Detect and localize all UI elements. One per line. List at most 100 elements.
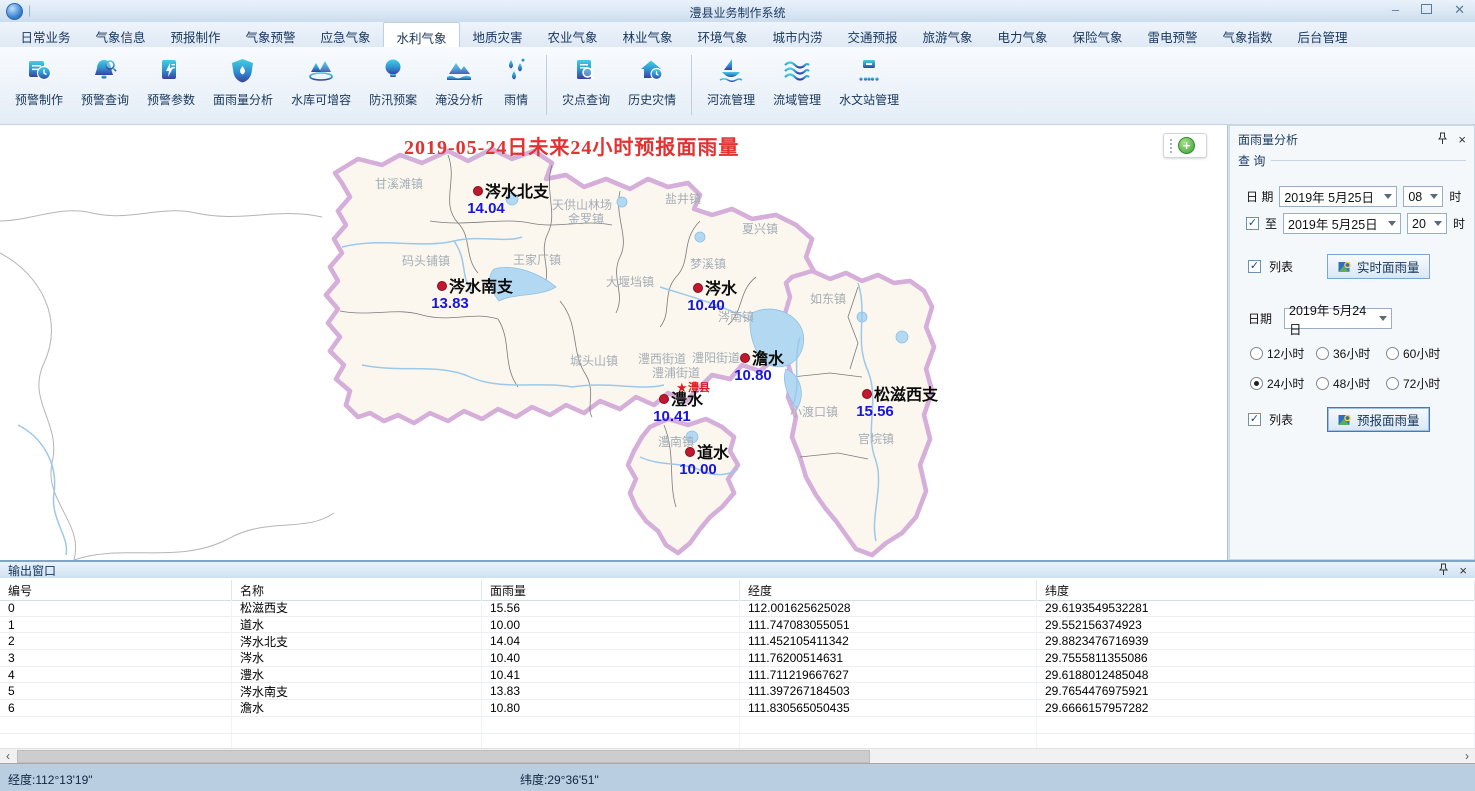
column-header[interactable]: 编号 <box>0 580 232 600</box>
menu-tab-13[interactable]: 旅游气象 <box>910 22 985 47</box>
panel-close-icon[interactable]: × <box>1458 133 1466 146</box>
toolbar-button-rain[interactable]: 雨情 <box>492 54 540 110</box>
table-cell: 111.452105411342 <box>740 633 1037 649</box>
town-label: 金罗镇 <box>568 211 604 226</box>
station-marker[interactable] <box>741 354 750 363</box>
town-label: 澧阳街道 <box>692 351 740 365</box>
menu-tab-16[interactable]: 雷电预警 <box>1135 22 1210 47</box>
radio-icon[interactable] <box>1386 377 1399 390</box>
station-marker[interactable] <box>660 395 669 404</box>
toolbar-button-bell-search[interactable]: 预警查询 <box>72 54 138 110</box>
date-from-select[interactable]: 2019年 5月25日 <box>1279 186 1397 207</box>
radio-icon[interactable] <box>1250 377 1263 390</box>
radio-icon[interactable] <box>1250 347 1263 360</box>
hydro-icon <box>854 56 884 86</box>
map-area[interactable]: 甘溪滩镇盐井镇天供山林场金罗镇王家厂镇码头铺镇大堰垱镇夏兴镇梦溪镇涔南镇如东镇城… <box>0 125 1228 560</box>
menu-tab-7[interactable]: 地质灾害 <box>460 22 535 47</box>
menu-tab-12[interactable]: 交通预报 <box>835 22 910 47</box>
toolbar-button-river[interactable]: 河流管理 <box>698 54 764 110</box>
table-cell: 29.6193549532281 <box>1037 600 1475 616</box>
minimize-button[interactable]: – <box>1392 2 1399 18</box>
toolbar-button-basin[interactable]: 流域管理 <box>764 54 830 110</box>
hour-from-select[interactable]: 08 <box>1403 186 1443 207</box>
table-cell: 29.7555811355086 <box>1037 650 1475 666</box>
table-row[interactable]: 0松滋西支15.56112.00162562502829.61935495322… <box>0 600 1475 617</box>
scroll-left-icon[interactable]: ‹ <box>0 749 16 764</box>
menu-tab-15[interactable]: 保险气象 <box>1060 22 1135 47</box>
column-header[interactable]: 名称 <box>232 580 482 600</box>
radio-icon[interactable] <box>1316 377 1329 390</box>
forecast-list-label: 列表 <box>1269 411 1293 428</box>
radio-icon[interactable] <box>1316 347 1329 360</box>
pin-icon[interactable] <box>1437 132 1448 147</box>
forecast-list-checkbox[interactable] <box>1248 413 1261 426</box>
duration-radio-60小时[interactable]: 60小时 <box>1386 345 1456 362</box>
toolbar-grip-icon[interactable] <box>1169 138 1173 153</box>
toolbar-button-flood[interactable]: 淹没分析 <box>426 54 492 110</box>
column-header[interactable]: 纬度 <box>1037 580 1475 600</box>
forecast-date-select[interactable]: 2019年 5月24日 <box>1284 308 1392 329</box>
menu-tab-14[interactable]: 电力气象 <box>985 22 1060 47</box>
station-marker[interactable] <box>438 282 447 291</box>
menu-tab-4[interactable]: 气象预警 <box>233 22 308 47</box>
table-cell <box>232 717 482 733</box>
forecast-rain-button[interactable]: 预报面雨量 <box>1327 407 1430 432</box>
column-header[interactable]: 面雨量 <box>482 580 740 600</box>
menu-tab-1[interactable]: 日常业务 <box>8 22 83 47</box>
table-row[interactable]: 2涔水北支14.04111.45210541134229.88234767169… <box>0 633 1475 650</box>
toolbar-button-area-rain[interactable]: 面雨量分析 <box>204 54 282 110</box>
menu-tab-6[interactable]: 水利气象 <box>383 22 460 47</box>
table-row[interactable]: 6澹水10.80111.83056505043529.6666157957282 <box>0 700 1475 717</box>
menu-tab-3[interactable]: 预报制作 <box>158 22 233 47</box>
duration-radio-72小时[interactable]: 72小时 <box>1386 375 1456 392</box>
table-cell: 13.83 <box>482 683 740 699</box>
toolbar-button-bulb[interactable]: 防汛预案 <box>360 54 426 110</box>
menu-tab-18[interactable]: 后台管理 <box>1285 22 1360 47</box>
pin-icon[interactable] <box>1438 563 1449 578</box>
menu-tab-2[interactable]: 气象信息 <box>83 22 158 47</box>
date-to-select[interactable]: 2019年 5月25日 <box>1283 213 1401 234</box>
hour-to-select[interactable]: 20 <box>1407 213 1447 234</box>
table-row[interactable]: 1道水10.00111.74708305505129.552156374923 <box>0 617 1475 634</box>
restore-button[interactable] <box>1421 2 1432 18</box>
toolbar-button-reservoir[interactable]: 水库可增容 <box>282 54 360 110</box>
scroll-right-icon[interactable]: › <box>1459 749 1475 764</box>
toolbar-button-hydro[interactable]: 水文站管理 <box>830 54 908 110</box>
station-marker[interactable] <box>686 448 695 457</box>
zoom-add-icon[interactable]: + <box>1178 137 1195 154</box>
toolbar-button-doc-bolt[interactable]: 预警参数 <box>138 54 204 110</box>
list-checkbox[interactable] <box>1248 260 1261 273</box>
menu-tab-8[interactable]: 农业气象 <box>535 22 610 47</box>
menu-tab-17[interactable]: 气象指数 <box>1210 22 1285 47</box>
station-marker[interactable] <box>863 390 872 399</box>
horizontal-scrollbar[interactable]: ‹ › <box>0 748 1475 764</box>
radio-icon[interactable] <box>1386 347 1399 360</box>
realtime-rain-button[interactable]: 实时面雨量 <box>1327 254 1430 279</box>
table-row[interactable]: 4澧水10.41111.71121966762729.6188012485048 <box>0 667 1475 684</box>
table-row[interactable]: 5涔水南支13.83111.39726718450329.76544769759… <box>0 683 1475 700</box>
table-cell: 1 <box>0 617 232 633</box>
menu-tab-10[interactable]: 环境气象 <box>685 22 760 47</box>
menu-tab-9[interactable]: 林业气象 <box>610 22 685 47</box>
column-header[interactable]: 经度 <box>740 580 1037 600</box>
duration-radio-36小时[interactable]: 36小时 <box>1316 345 1386 362</box>
station-marker[interactable] <box>694 284 703 293</box>
scrollbar-thumb[interactable] <box>17 750 870 763</box>
to-checkbox[interactable] <box>1246 217 1259 230</box>
table-cell: 0 <box>0 600 232 616</box>
table-cell: 2 <box>0 633 232 649</box>
close-button[interactable]: ✕ <box>1454 2 1465 18</box>
output-close-icon[interactable]: × <box>1459 564 1467 577</box>
toolbar-button-history[interactable]: 历史灾情 <box>619 54 685 110</box>
town-label: 梦溪镇 <box>690 257 726 271</box>
toolbar-button-warning-doc[interactable]: 预警制作 <box>6 54 72 110</box>
duration-radio-48小时[interactable]: 48小时 <box>1316 375 1386 392</box>
table-row[interactable]: 3涔水10.40111.7620051463129.7555811355086 <box>0 650 1475 667</box>
station-marker[interactable] <box>474 187 483 196</box>
menu-tab-5[interactable]: 应急气象 <box>308 22 383 47</box>
toolbar-button-label: 历史灾情 <box>628 91 676 108</box>
menu-tab-11[interactable]: 城市内涝 <box>760 22 835 47</box>
toolbar-button-doc-search[interactable]: 灾点查询 <box>553 54 619 110</box>
duration-radio-24小时[interactable]: 24小时 <box>1250 375 1316 392</box>
duration-radio-12小时[interactable]: 12小时 <box>1250 345 1316 362</box>
